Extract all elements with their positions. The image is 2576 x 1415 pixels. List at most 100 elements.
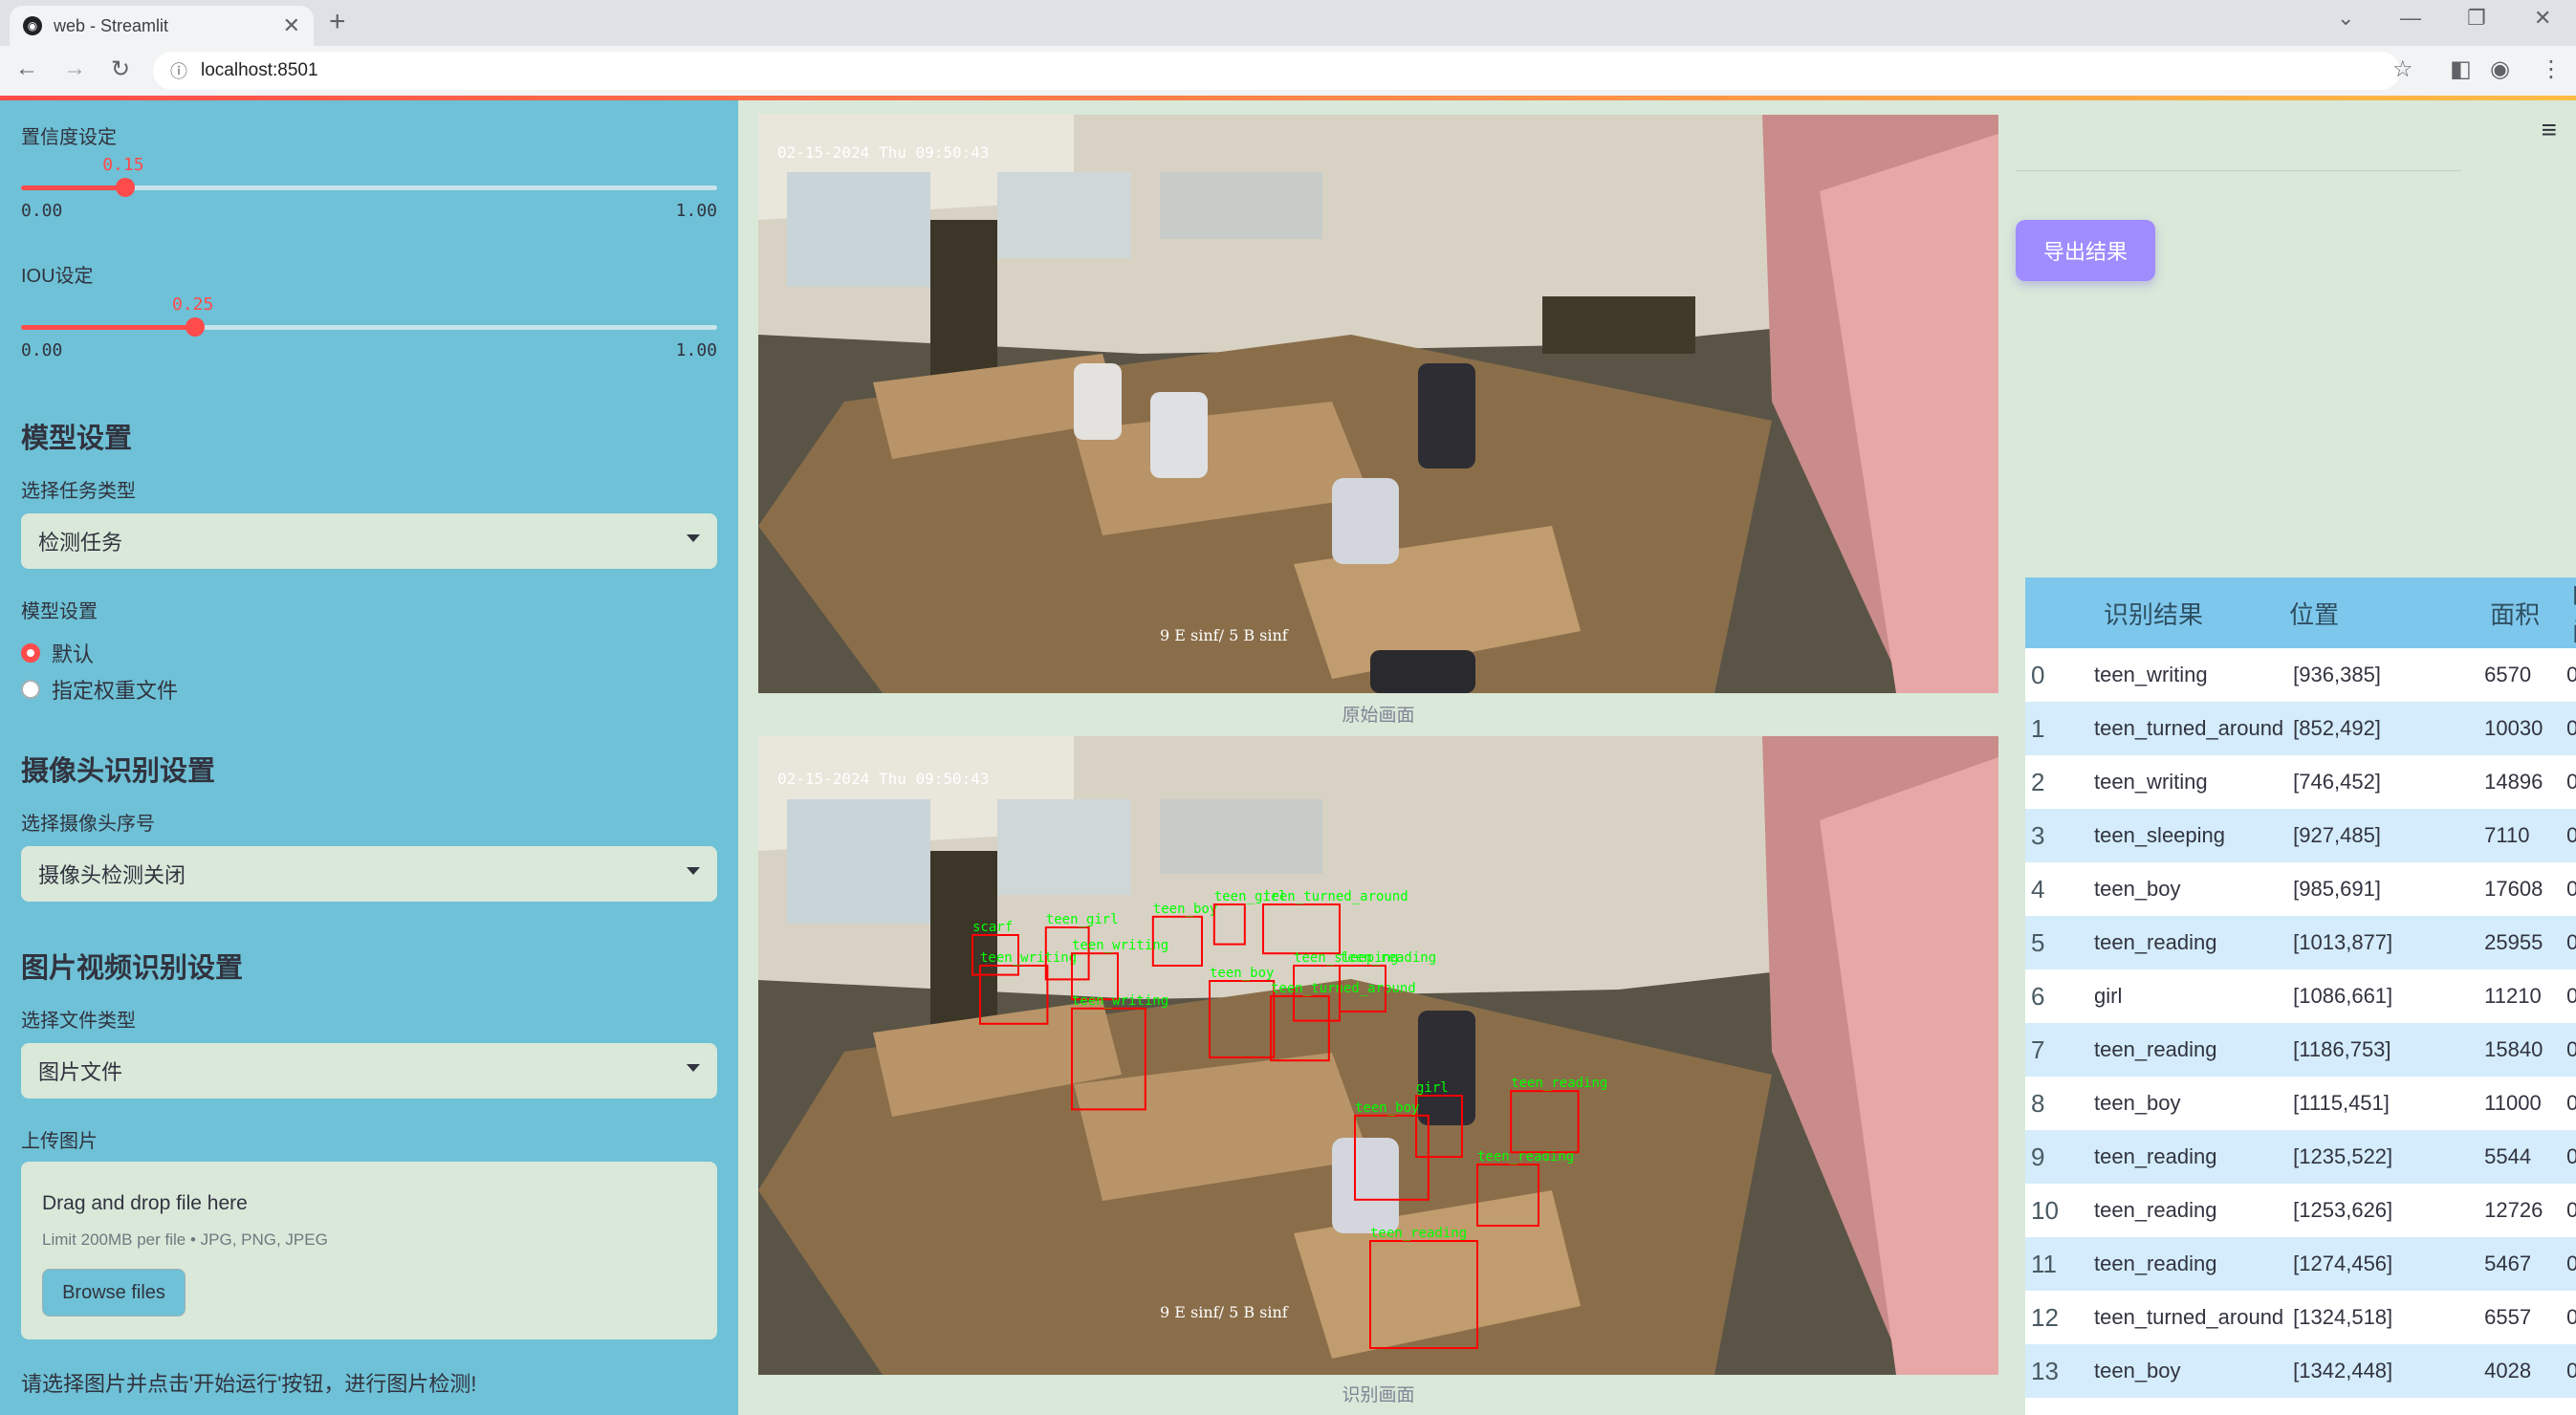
cell-time: 0.01 [2566,755,2576,809]
cell-index: 11 [2025,1237,2075,1291]
detection-label: girl [1416,1080,1449,1096]
room-sign-text: 9 E sinf/ 5 B sinf [1160,1303,1289,1321]
task-type-label: 选择任务类型 [21,481,136,502]
cell-time: 0.05 [2566,809,2576,862]
cell-area: 15840 [2484,1023,2567,1077]
restore-icon[interactable]: ❐ [2467,6,2486,31]
export-results-button[interactable]: 导出结果 [2016,220,2155,281]
slider-thumb[interactable] [186,317,205,337]
column-header-area[interactable]: 面积 [2484,577,2567,648]
cell-position: [1013,877] [2283,916,2485,969]
camera-select[interactable]: 摄像头检测关闭 [21,846,717,902]
minimize-icon[interactable]: — [2400,6,2421,31]
detection-label: teen_boy [1153,902,1217,917]
browse-files-button[interactable]: Browse files [42,1269,186,1317]
detection-label: teen_boy [1210,966,1274,981]
new-tab-icon[interactable]: + [329,6,346,38]
iou-slider[interactable]: 0.25 0.00 1.00 [21,294,717,371]
cell-position: [1391,482] [2283,1398,2485,1415]
cell-class: teen_boy [2075,862,2284,916]
table-row[interactable]: 3teen_sleeping[927,485]71100.05 [2025,809,2576,862]
cell-position: [1274,456] [2283,1237,2485,1291]
table-row[interactable]: 14teen_turned_around[1391,482]59400.05 [2025,1398,2576,1415]
radio-unselected-icon [21,680,40,699]
cell-time: 0.04 [2566,1237,2576,1291]
table-row[interactable]: 13teen_boy[1342,448]40280.01 [2025,1344,2576,1398]
forward-icon[interactable]: → [63,55,86,82]
dropzone-title: Drag and drop file here [42,1192,248,1214]
radio-selected-icon [21,643,40,663]
table-row[interactable]: 4teen_boy[985,691]176080.01 [2025,862,2576,916]
cell-index: 12 [2025,1291,2075,1344]
cell-index: 5 [2025,916,2075,969]
cell-time: 0.01 [2566,1130,2576,1184]
cell-index: 3 [2025,809,2075,862]
cell-index: 1 [2025,702,2075,755]
cell-time: 0.04 [2566,1291,2576,1344]
chevron-down-icon [687,867,700,875]
table-row[interactable]: 1teen_turned_around[852,492]100300.03 [2025,702,2576,755]
cell-area: 7110 [2484,809,2567,862]
table-row[interactable]: 6girl[1086,661]112100.03 [2025,969,2576,1023]
close-window-icon[interactable]: ✕ [2534,6,2551,31]
original-image: 02-15-2024 Thu 09:50:43 9 E sinf/ 5 B si… [758,115,1998,693]
cell-position: [1186,753] [2283,1023,2485,1077]
file-dropzone[interactable]: Drag and drop file here Limit 200MB per … [21,1162,717,1339]
media-settings-header: 图片视频识别设置 [21,953,244,984]
slider-fill [21,185,126,190]
address-bar[interactable]: ⓘ localhost:8501 [153,52,2400,90]
slider-thumb[interactable] [116,178,136,197]
radio-custom-weights[interactable]: 指定权重文件 [21,674,178,705]
cell-index: 10 [2025,1184,2075,1237]
detection-image: 02-15-2024 Thu 09:50:43 9 E sinf/ 5 B si… [758,736,1998,1375]
detection-label: teen_writing [1072,938,1168,953]
task-type-select[interactable]: 检测任务 [21,513,717,569]
back-icon[interactable]: ← [15,55,38,82]
confidence-slider[interactable]: 0.15 0.00 1.00 [21,155,717,231]
hamburger-icon[interactable]: ≡ [2542,115,2557,145]
profile-avatar-icon[interactable]: ◉ [2490,55,2510,83]
browser-menu-icon[interactable]: ⋮ [2540,55,2563,83]
tab-search-icon[interactable]: ⌄ [2337,6,2354,31]
column-header-index[interactable] [2025,577,2075,648]
cell-position: [1235,522] [2283,1130,2485,1184]
cell-area: 5544 [2484,1130,2567,1184]
results-table[interactable]: 识别结果 位置 面积 时间 0teen_writing[936,385]6570… [2025,577,2576,1415]
cell-index: 9 [2025,1130,2075,1184]
close-tab-icon[interactable]: ✕ [283,13,300,38]
column-header-time[interactable]: 时间 [2566,577,2576,648]
table-row[interactable]: 5teen_reading[1013,877]259550.02 [2025,916,2576,969]
table-row[interactable]: 2teen_writing[746,452]148960.01 [2025,755,2576,809]
detection-label: teen_reading [1370,1226,1467,1241]
cell-time: 0.01 [2566,1344,2576,1398]
cell-position: [1253,626] [2283,1184,2485,1237]
cell-index: 4 [2025,862,2075,916]
cell-class: girl [2075,969,2284,1023]
table-row[interactable]: 9teen_reading[1235,522]55440.01 [2025,1130,2576,1184]
detection-label: teen_turned_around [1271,981,1416,996]
table-row[interactable]: 11teen_reading[1274,456]54670.04 [2025,1237,2576,1291]
cell-area: 10030 [2484,702,2567,755]
table-row[interactable]: 7teen_reading[1186,753]158400.03 [2025,1023,2576,1077]
side-panel-icon[interactable]: ◧ [2450,55,2472,83]
slider-value: 0.15 [102,155,144,175]
table-row[interactable]: 10teen_reading[1253,626]127260.02 [2025,1184,2576,1237]
radio-default[interactable]: 默认 [21,638,94,668]
cell-time: 0.02 [2566,916,2576,969]
cell-time: 0.02 [2566,1184,2576,1237]
table-row[interactable]: 8teen_boy[1115,451]110000.04 [2025,1077,2576,1130]
browser-tab[interactable]: ◉ web - Streamlit ✕ [10,6,314,46]
site-info-icon[interactable]: ⓘ [170,58,187,83]
cell-position: [1324,518] [2283,1291,2485,1344]
file-type-select[interactable]: 图片文件 [21,1043,717,1099]
table-row[interactable]: 0teen_writing[936,385]65700.05 [2025,648,2576,702]
slider-value: 0.25 [172,294,214,315]
cell-area: 4028 [2484,1344,2567,1398]
cell-position: [1342,448] [2283,1344,2485,1398]
column-header-position[interactable]: 位置 [2283,577,2485,648]
bookmark-star-icon[interactable]: ☆ [2392,55,2413,83]
cell-index: 14 [2025,1398,2075,1415]
column-header-class[interactable]: 识别结果 [2075,577,2284,648]
table-row[interactable]: 12teen_turned_around[1324,518]65570.04 [2025,1291,2576,1344]
reload-icon[interactable]: ↻ [111,55,130,83]
